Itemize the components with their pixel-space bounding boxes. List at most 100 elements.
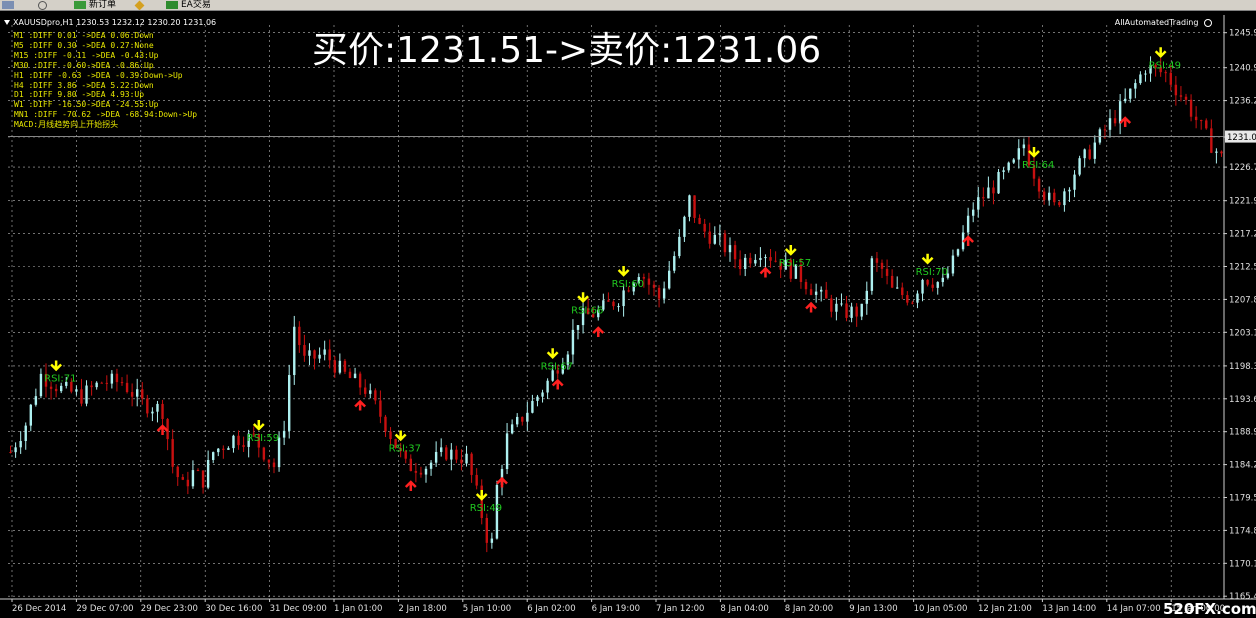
candle-body <box>896 287 899 289</box>
rsi-label: RSI:71 <box>44 374 76 385</box>
candle-body <box>885 268 889 276</box>
candle-body <box>460 459 463 464</box>
candle-body <box>60 385 63 392</box>
toolbar-button-signals[interactable] <box>134 0 146 10</box>
candle-body <box>212 452 215 460</box>
chart-symbol-ohlc: XAUUSDpro,H1 1230.53 1232.12 1230.20 123… <box>13 18 217 27</box>
sell-arrow-icon <box>1154 47 1167 59</box>
expert-advisor-status: AllAutomatedTrading <box>1115 18 1212 27</box>
candle-body <box>328 349 331 361</box>
buy-arrow-icon <box>354 399 367 411</box>
price-tick-label: 1217.2 <box>1229 230 1256 240</box>
signal-markers: RSI:71 RSI:59 RSI:37 RSI:49 RSI:67 RSI:66 RSI:… <box>44 47 1181 514</box>
candle-body <box>333 360 336 373</box>
candle-body <box>262 447 266 460</box>
time-tick-label: 12 Jan 21:00 <box>978 604 1032 614</box>
candle-body <box>531 400 534 413</box>
candle-body <box>1205 120 1208 129</box>
candle-body <box>80 389 83 404</box>
candle-body <box>201 470 205 488</box>
price-tick-label: 1245.9 <box>1229 29 1256 39</box>
candle-body <box>926 279 929 285</box>
candle-body <box>860 303 863 317</box>
expert-advisor-icon <box>166 1 178 9</box>
candle-body <box>1184 96 1188 100</box>
candle-body <box>1169 72 1172 85</box>
magnifier-icon <box>38 0 47 10</box>
candle-body <box>1088 149 1091 159</box>
candle-body <box>358 373 362 388</box>
candle-body <box>668 270 671 289</box>
candle-body <box>75 389 78 392</box>
candle-body <box>409 458 412 472</box>
candlestick-series <box>9 56 1223 553</box>
candle-body <box>931 284 934 288</box>
candle-body <box>526 412 529 422</box>
candle-body <box>911 302 914 304</box>
candle-body <box>227 448 230 450</box>
rsi-label: RSI:49 <box>1149 60 1181 71</box>
candle-body <box>1103 129 1107 131</box>
candle-body <box>956 249 960 256</box>
candle-body <box>1042 191 1046 200</box>
buy-arrow-icon <box>156 424 169 435</box>
candle-body <box>571 329 575 355</box>
price-tick-label: 1236.2 <box>1229 97 1256 107</box>
candle-body <box>764 257 767 259</box>
time-tick-label: 29 Dec 07:00 <box>76 604 133 614</box>
candle-body <box>1022 144 1026 149</box>
candle-body <box>738 259 742 270</box>
candle-body <box>1139 74 1142 84</box>
price-tick-label: 1179.5 <box>1229 494 1256 504</box>
toolbar-label-new-order: 新订单 <box>89 0 117 10</box>
toolbar-button-new-order[interactable]: 新订单 <box>74 0 116 10</box>
macd-line-6: D1 :DIFF 9.80 ->DEA 4.93:Up <box>14 90 145 100</box>
chart-window[interactable]: RSI:71 RSI:59 RSI:37 RSI:49 RSI:67 RSI:66 RSI:… <box>0 10 1256 618</box>
terminal-toolbar: 新订单 EA交易 <box>0 0 1256 10</box>
candle-body <box>272 462 276 468</box>
candle-body <box>267 459 271 463</box>
time-tick-label: 5 Jan 10:00 <box>463 604 511 614</box>
candle-body <box>414 471 418 473</box>
buy-arrow-icon <box>404 480 417 491</box>
time-axis: 26 Dec 2014 29 Dec 07:00 29 Dec 23:00 30 De… <box>0 598 1256 614</box>
price-tick-label: 1198.3 <box>1229 362 1256 372</box>
candle-body <box>1124 98 1127 102</box>
candle-body <box>490 538 494 543</box>
toolbar-button-expert-advisor[interactable]: EA交易 <box>166 0 211 10</box>
toolbar-button-zoom[interactable] <box>38 0 50 10</box>
sell-arrow-icon <box>921 253 934 265</box>
candle-body <box>825 289 828 299</box>
candle-body <box>374 390 377 401</box>
candle-body <box>217 448 220 453</box>
price-tick-label: 1212.5 <box>1229 263 1256 273</box>
macd-line-7: W1 :DIFF -16.50->DEA -24.55:Up <box>14 100 159 110</box>
candle-body <box>845 303 848 318</box>
time-tick-label: 9 Jan 13:00 <box>849 604 897 614</box>
candle-body <box>1053 192 1056 203</box>
time-tick-label: 1 Jan 01:00 <box>334 604 382 614</box>
macd-line-3: M30 :DIFF -0.60->DEA -0.86:Up <box>14 60 154 70</box>
price-tick-label: 1203.1 <box>1229 328 1256 338</box>
candle-body <box>977 197 980 210</box>
candle-body <box>1210 128 1213 153</box>
candle-body <box>865 290 868 304</box>
chart-menu-triangle-icon[interactable] <box>4 20 10 25</box>
candle-body <box>987 187 990 199</box>
candle-body <box>1215 151 1218 153</box>
time-tick-label: 14 Jan 07:00 <box>1107 604 1161 614</box>
buy-arrow-icon <box>759 266 772 278</box>
rsi-label: RSI:70 <box>916 267 948 278</box>
candle-body <box>966 215 970 233</box>
candle-body <box>54 388 58 392</box>
candle-body <box>419 472 423 475</box>
candle-body <box>429 462 433 469</box>
candle-body <box>647 278 651 285</box>
candle-body <box>85 385 88 404</box>
candle-body <box>303 345 306 356</box>
candle-body <box>171 439 174 467</box>
candle-body <box>141 389 144 399</box>
toolbar-button-chart[interactable] <box>2 0 17 10</box>
candle-body <box>323 349 326 355</box>
candle-body <box>1220 151 1223 154</box>
